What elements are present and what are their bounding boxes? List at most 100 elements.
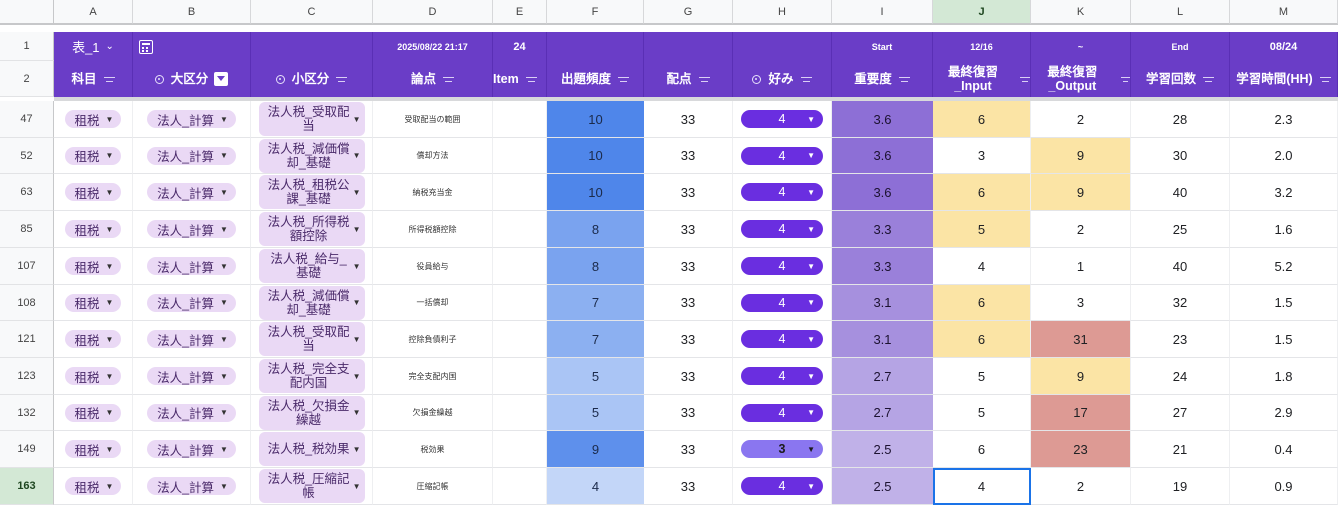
cell-i-149[interactable]: 2.5 [832,431,933,468]
cell-h-108[interactable]: 4 ▼ [733,285,832,321]
subject-dropdown[interactable]: 租税 ▼ [64,183,122,201]
cell-l-85[interactable]: 25 [1131,211,1230,248]
cell-c-47[interactable]: 法人税_受取配当 ▼ [251,101,373,138]
cell-f-108[interactable]: 7 [547,285,644,321]
cell-g-47[interactable]: 33 [644,101,733,138]
cell-c-123[interactable]: 法人税_完全支配内国 ▼ [251,358,373,395]
cell-f-123[interactable]: 5 [547,358,644,395]
cell-j-63[interactable]: 6 [933,174,1031,211]
cell-k-163[interactable]: 2 [1031,468,1131,505]
filter-icon[interactable] [618,76,629,83]
column-header-m[interactable]: M [1230,0,1338,24]
cell-m-47[interactable]: 2.3 [1230,101,1338,138]
cell-j-52[interactable]: 3 [933,138,1031,174]
view-toggle-button[interactable] [133,32,251,61]
cell-a-121[interactable]: 租税 ▼ [54,321,133,358]
filter-icon[interactable] [336,76,348,83]
row-header-121[interactable]: 121 [0,321,54,358]
cell-k-85[interactable]: 2 [1031,211,1131,248]
column-header-j[interactable]: J [933,0,1031,24]
subcategory-dropdown[interactable]: 法人税_所得税額控除 ▼ [258,212,365,246]
subject-dropdown[interactable]: 租税 ▼ [64,257,122,275]
cell-j-121[interactable]: 6 [933,321,1031,358]
cell-i-108[interactable]: 3.1 [832,285,933,321]
cell-h-132[interactable]: 4 ▼ [733,395,832,431]
cell-a-85[interactable]: 租税 ▼ [54,211,133,248]
cell-m-132[interactable]: 2.9 [1230,395,1338,431]
cell-e-108[interactable] [493,285,547,321]
sheet-selector[interactable]: 表_1 ⌄ [54,32,133,61]
cell-j-47[interactable]: 6 [933,101,1031,138]
cell-c-85[interactable]: 法人税_所得税額控除 ▼ [251,211,373,248]
cell-h-63[interactable]: 4 ▼ [733,174,832,211]
row-header-47[interactable]: 47 [0,101,54,138]
row-header-52[interactable]: 52 [0,138,54,174]
subject-dropdown[interactable]: 租税 ▼ [64,110,122,128]
cell-c-107[interactable]: 法人税_給与_基礎 ▼ [251,248,373,285]
column-title-c[interactable]: 小区分 [251,61,373,97]
category-dropdown[interactable]: 法人_計算 ▼ [147,477,236,495]
subject-dropdown[interactable]: 租税 ▼ [64,146,122,165]
category-dropdown[interactable]: 法人_計算 ▼ [147,183,236,201]
cell-b-163[interactable]: 法人_計算 ▼ [133,468,251,505]
cell-c-163[interactable]: 法人税_圧縮記帳 ▼ [251,468,373,505]
subject-dropdown[interactable]: 租税 ▼ [64,403,122,422]
cell-h-163[interactable]: 4 ▼ [733,468,832,505]
select-all-corner[interactable] [0,0,54,24]
cell-h-123[interactable]: 4 ▼ [733,358,832,395]
row-header-63[interactable]: 63 [0,174,54,211]
cell-m-149[interactable]: 0.4 [1230,431,1338,468]
cell-j-85[interactable]: 5 [933,211,1031,248]
cell-b-121[interactable]: 法人_計算 ▼ [133,321,251,358]
cell-c-63[interactable]: 法人税_租税公課_基礎 ▼ [251,174,373,211]
filter-icon[interactable] [1019,76,1030,83]
cell-j-107[interactable]: 4 [933,248,1031,285]
cell-d-85[interactable]: 所得税額控除 [373,211,493,248]
column-header-l[interactable]: L [1131,0,1230,24]
preference-dropdown[interactable]: 4 ▼ [741,183,823,201]
cell-i-132[interactable]: 2.7 [832,395,933,431]
cell-c-52[interactable]: 法人税_減価償却_基礎 ▼ [251,138,373,174]
column-title-d[interactable]: 論点 [373,61,493,97]
cell-k-63[interactable]: 9 [1031,174,1131,211]
column-header-c[interactable]: C [251,0,373,24]
cell-k-52[interactable]: 9 [1031,138,1131,174]
column-title-b[interactable]: 大区分 [133,61,251,97]
cell-c-149[interactable]: 法人税_税効果 ▼ [251,431,373,468]
filter-icon[interactable] [443,76,454,83]
cell-i-63[interactable]: 3.6 [832,174,933,211]
category-dropdown[interactable]: 法人_計算 ▼ [147,403,236,422]
column-header-a[interactable]: A [54,0,133,24]
filter-icon[interactable] [1120,76,1130,83]
cell-k-108[interactable]: 3 [1031,285,1131,321]
cell-k-107[interactable]: 1 [1031,248,1131,285]
cell-j-123[interactable]: 5 [933,358,1031,395]
subject-dropdown[interactable]: 租税 ▼ [64,220,122,238]
cell-d-149[interactable]: 税効果 [373,431,493,468]
cell-d-63[interactable]: 納税充当金 [373,174,493,211]
preference-dropdown[interactable]: 4 ▼ [741,146,823,165]
cell-d-108[interactable]: 一括償却 [373,285,493,321]
cell-m-85[interactable]: 1.6 [1230,211,1338,248]
cell-l-47[interactable]: 28 [1131,101,1230,138]
row-header-163[interactable]: 163 [0,468,54,505]
cell-c-108[interactable]: 法人税_減価償却_基礎 ▼ [251,285,373,321]
filter-icon[interactable] [1203,76,1214,83]
column-header-h[interactable]: H [733,0,832,24]
column-header-b[interactable]: B [133,0,251,24]
row-header-123[interactable]: 123 [0,358,54,395]
cell-f-121[interactable]: 7 [547,321,644,358]
cell-j-163[interactable]: 4 [933,468,1031,505]
column-header-f[interactable]: F [547,0,644,24]
cell-l-63[interactable]: 40 [1131,174,1230,211]
cell-l-132[interactable]: 27 [1131,395,1230,431]
cell-e-149[interactable] [493,431,547,468]
filter-icon[interactable] [800,76,812,83]
category-dropdown[interactable]: 法人_計算 ▼ [147,257,236,275]
cell-b-47[interactable]: 法人_計算 ▼ [133,101,251,138]
subcategory-dropdown[interactable]: 法人税_欠損金繰越 ▼ [258,395,365,430]
cell-d-47[interactable]: 受取配当の範囲 [373,101,493,138]
subcategory-dropdown[interactable]: 法人税_受取配当 ▼ [258,322,365,356]
column-title-f[interactable]: 出題頻度 [547,61,644,97]
cell-b-85[interactable]: 法人_計算 ▼ [133,211,251,248]
